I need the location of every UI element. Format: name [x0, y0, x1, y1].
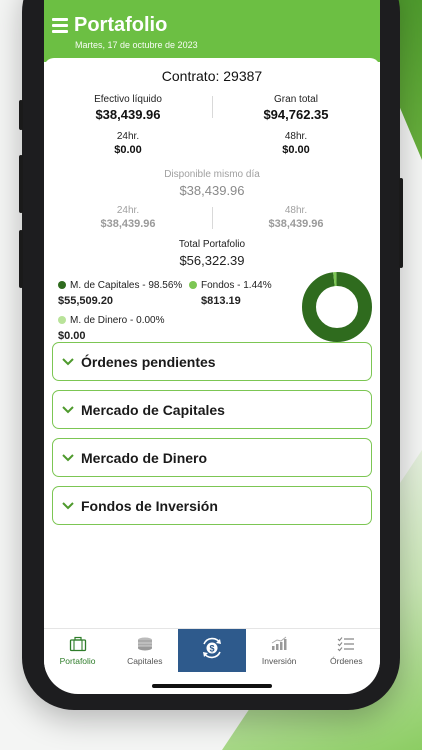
chevron-down-icon	[62, 453, 74, 461]
chevron-down-icon	[62, 501, 74, 509]
legend-amount: $55,509.20	[58, 295, 114, 307]
contract-label: Contrato:	[161, 68, 220, 84]
legend-item-dinero: M. de Dinero - 0.00% $0.00	[58, 315, 165, 342]
dollar-exchange-icon: $	[202, 637, 221, 659]
allocation-donut-chart	[302, 272, 372, 342]
legend-item-fondos: Fondos - 1.44% $813.19	[189, 280, 272, 307]
h48-value: $0.00	[282, 144, 310, 156]
bar-chart-icon	[271, 636, 287, 650]
disponible-value: $38,439.96	[179, 183, 245, 198]
legend-label: M. de Capitales - 98.56%	[70, 280, 183, 291]
total-portafolio-block: Total Portafolio $56,322.39	[44, 239, 380, 268]
disponible-block: Disponible mismo día $38,439.96	[44, 169, 380, 198]
disponible-label: Disponible mismo día	[164, 169, 260, 180]
legend-item-capitales: M. de Capitales - 98.56% $55,509.20	[58, 280, 182, 307]
accordion-list: Órdenes pendientes Mercado de Capitales …	[44, 342, 380, 525]
page-title: Portafolio	[74, 14, 168, 36]
accordion-fondos-inversion[interactable]: Fondos de Inversión	[52, 486, 372, 525]
legend-amount: $813.19	[201, 295, 241, 307]
accordion-mercado-dinero[interactable]: Mercado de Dinero	[52, 438, 372, 477]
h24-label: 24hr.	[116, 131, 140, 142]
legend-amount: $0.00	[58, 330, 86, 342]
portfolio-card: Contrato: 29387 Efectivo líquido $38,439…	[44, 58, 380, 525]
tab-transfer[interactable]: $	[178, 629, 246, 672]
summary-row: Efectivo líquido $38,439.96 Gran total $…	[44, 94, 380, 122]
efectivo-value: $38,439.96	[95, 107, 161, 122]
accordion-mercado-capitales[interactable]: Mercado de Capitales	[52, 390, 372, 429]
menu-icon[interactable]	[52, 18, 68, 33]
app-header: Portafolio Martes, 17 de octubre de 2023	[44, 0, 380, 62]
accordion-label: Mercado de Dinero	[81, 449, 208, 466]
app-screen: Portafolio Martes, 17 de octubre de 2023…	[44, 0, 380, 694]
page-date: Martes, 17 de octubre de 2023	[75, 40, 198, 50]
legend-dot	[58, 281, 66, 289]
tab-ordenes[interactable]: Órdenes	[313, 629, 380, 672]
disponible-h24-value: $38,439.96	[100, 218, 156, 230]
phone-side-button	[19, 100, 23, 130]
tab-inversion[interactable]: Inversión	[246, 629, 313, 672]
allocation-legend: M. de Capitales - 98.56% $55,509.20 Fond…	[44, 272, 380, 346]
checklist-icon	[337, 637, 355, 652]
legend-dot	[58, 316, 66, 324]
accordion-label: Fondos de Inversión	[81, 497, 218, 514]
disponible-hours-row: 24hr. $38,439.96 48hr. $38,439.96	[44, 205, 380, 230]
total-portafolio-label: Total Portafolio	[178, 239, 246, 250]
gran-total-value: $94,762.35	[263, 107, 329, 122]
h48-label: 48hr.	[284, 131, 308, 142]
disponible-h24-label: 24hr.	[116, 205, 140, 216]
total-portafolio-value: $56,322.39	[179, 253, 245, 268]
legend-label: Fondos - 1.44%	[201, 280, 272, 291]
efectivo-label: Efectivo líquido	[94, 94, 162, 105]
disponible-h48-value: $38,439.96	[268, 218, 324, 230]
legend-label: M. de Dinero - 0.00%	[70, 315, 165, 326]
disponible-h48-label: 48hr.	[284, 205, 308, 216]
contract-line: Contrato: 29387	[44, 68, 380, 84]
contract-number: 29387	[223, 68, 263, 84]
briefcase-icon	[69, 636, 86, 652]
legend-dot	[189, 281, 197, 289]
accordion-label: Órdenes pendientes	[81, 353, 216, 370]
tab-capitales[interactable]: Capitales	[111, 629, 178, 672]
home-indicator	[152, 684, 272, 688]
tab-label: Portafolio	[59, 656, 96, 666]
accordion-ordenes-pendientes[interactable]: Órdenes pendientes	[52, 342, 372, 381]
phone-side-button	[19, 155, 23, 213]
tab-label: Órdenes	[330, 656, 363, 666]
divider	[212, 207, 213, 229]
chevron-down-icon	[62, 357, 74, 365]
svg-text:$: $	[209, 644, 214, 654]
tab-portafolio[interactable]: Portafolio	[44, 629, 111, 672]
divider	[212, 96, 213, 118]
bottom-tab-bar: Portafolio Capitales $ Inversión Órdenes	[44, 628, 380, 672]
tab-label: Capitales	[127, 656, 163, 666]
accordion-label: Mercado de Capitales	[81, 401, 225, 418]
donut-slice-m-de-capitales	[302, 272, 372, 342]
phone-side-button	[19, 230, 23, 288]
coins-icon	[137, 637, 152, 651]
phone-power-button	[399, 178, 403, 268]
chevron-down-icon	[62, 405, 74, 413]
h24-value: $0.00	[114, 144, 142, 156]
tab-label: Inversión	[261, 656, 297, 666]
gran-total-label: Gran total	[274, 94, 318, 105]
summary-hours-row: 24hr. $0.00 48hr. $0.00	[44, 131, 380, 156]
